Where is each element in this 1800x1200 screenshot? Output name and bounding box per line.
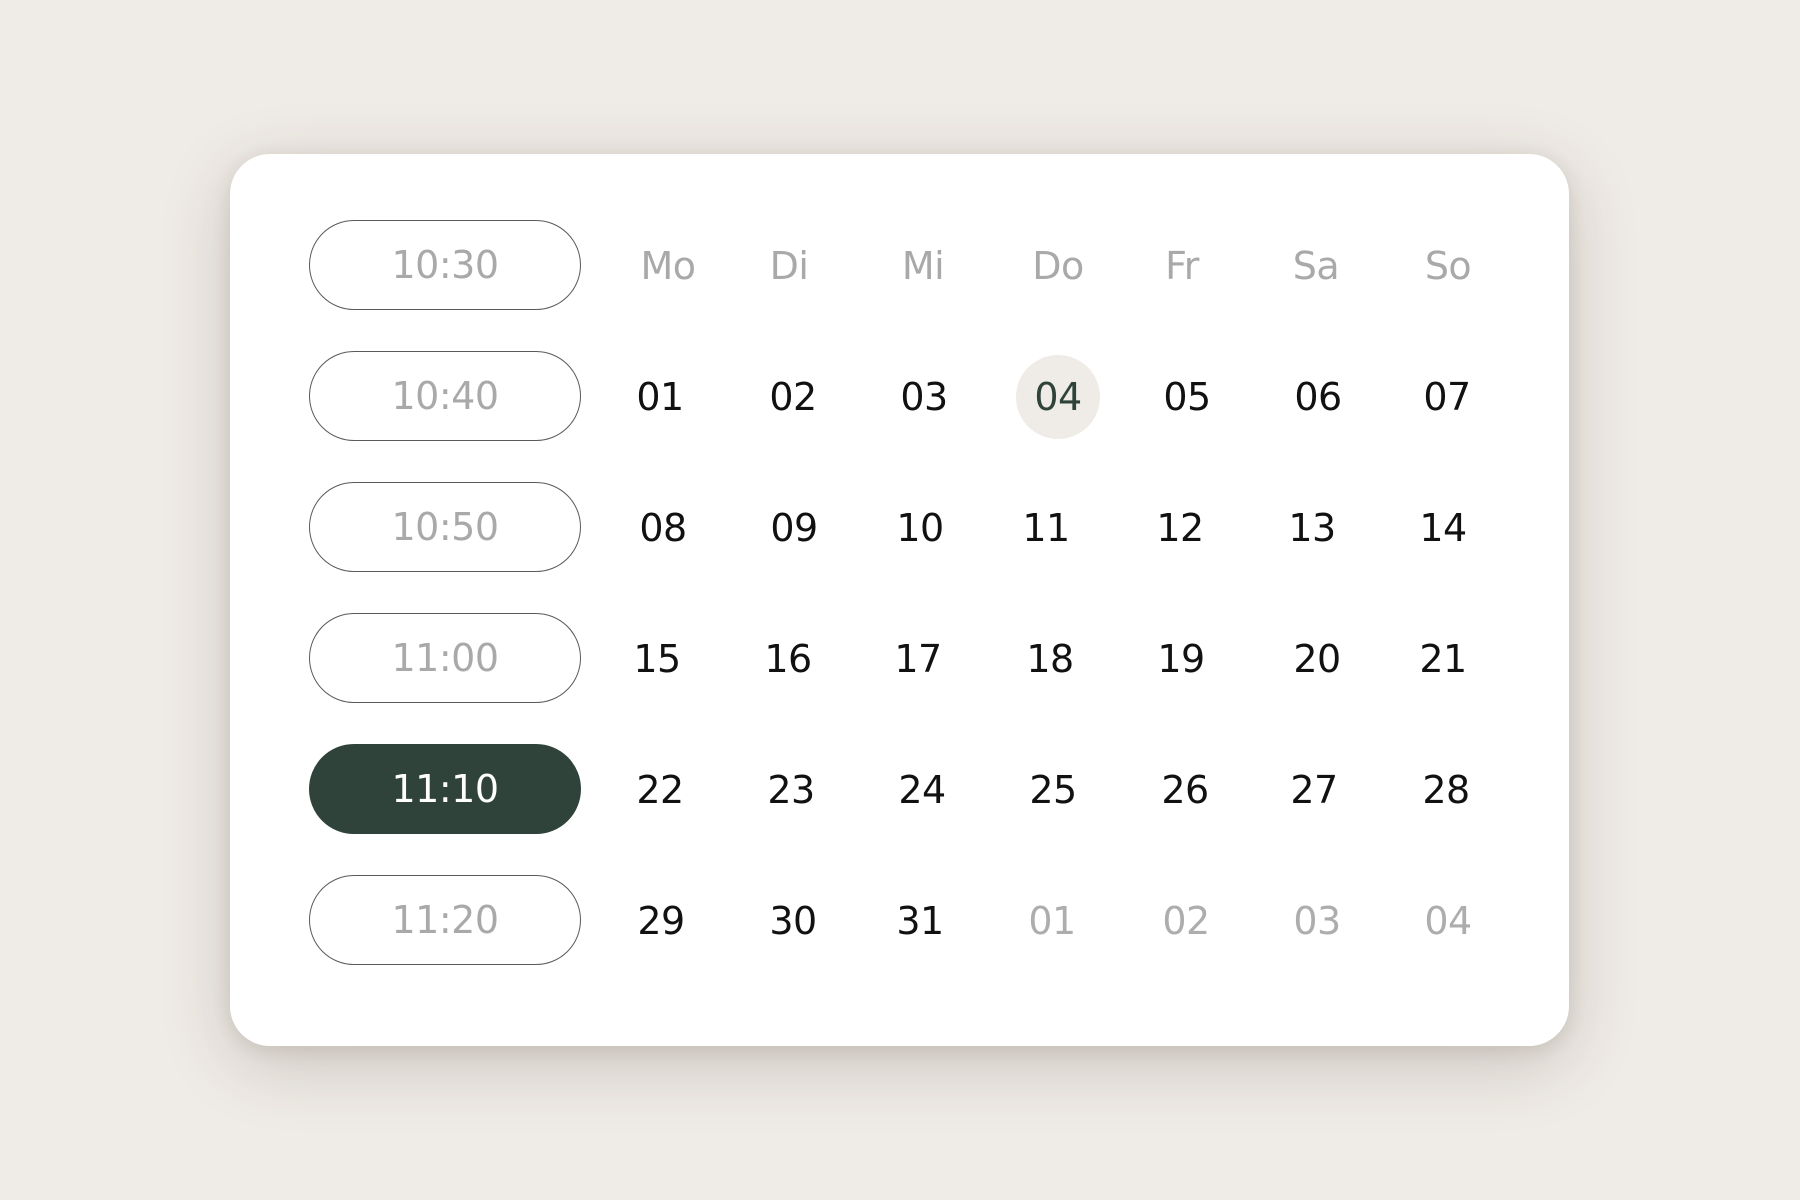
- booking-card: 10:30 10:40 10:50 11:00 11:10 11:20 Mo D…: [230, 154, 1569, 1046]
- weekday-header-mi: Mi: [901, 244, 945, 288]
- calendar-day[interactable]: 15: [615, 617, 699, 701]
- calendar-day[interactable]: 07: [1405, 355, 1489, 439]
- calendar-day[interactable]: 24: [880, 748, 964, 832]
- calendar-day-next-month[interactable]: 03: [1275, 879, 1359, 963]
- calendar-day[interactable]: 28: [1404, 748, 1488, 832]
- calendar-day[interactable]: 13: [1270, 486, 1354, 570]
- calendar-day[interactable]: 20: [1275, 617, 1359, 701]
- time-slot-1100[interactable]: 11:00: [309, 613, 581, 703]
- calendar-day[interactable]: 26: [1143, 748, 1227, 832]
- weekday-header-mo: Mo: [640, 244, 696, 288]
- calendar-day[interactable]: 18: [1008, 617, 1092, 701]
- calendar-day[interactable]: 12: [1138, 486, 1222, 570]
- calendar-day[interactable]: 14: [1401, 486, 1485, 570]
- calendar-day[interactable]: 31: [878, 879, 962, 963]
- time-slot-1110-selected[interactable]: 11:10: [309, 744, 581, 834]
- calendar-day[interactable]: 05: [1145, 355, 1229, 439]
- calendar-day-next-month[interactable]: 02: [1144, 879, 1228, 963]
- calendar-day[interactable]: 11: [1004, 486, 1088, 570]
- time-slot-1040[interactable]: 10:40: [309, 351, 581, 441]
- calendar-day[interactable]: 16: [746, 617, 830, 701]
- calendar-day[interactable]: 21: [1401, 617, 1485, 701]
- time-slot-1050[interactable]: 10:50: [309, 482, 581, 572]
- calendar-day-today[interactable]: 04: [1016, 355, 1100, 439]
- weekday-header-do: Do: [1032, 244, 1084, 288]
- time-slot-1030[interactable]: 10:30: [309, 220, 581, 310]
- weekday-header-di: Di: [769, 244, 809, 288]
- calendar-day-next-month[interactable]: 04: [1406, 879, 1490, 963]
- calendar-day[interactable]: 17: [876, 617, 960, 701]
- calendar-day[interactable]: 02: [751, 355, 835, 439]
- calendar-day-next-month[interactable]: 01: [1010, 879, 1094, 963]
- calendar-day[interactable]: 09: [752, 486, 836, 570]
- calendar-day[interactable]: 22: [618, 748, 702, 832]
- weekday-header-fr: Fr: [1165, 244, 1199, 288]
- weekday-header-sa: Sa: [1292, 244, 1340, 288]
- calendar-day[interactable]: 01: [618, 355, 702, 439]
- calendar-day[interactable]: 29: [619, 879, 703, 963]
- calendar-day[interactable]: 08: [621, 486, 705, 570]
- calendar-day[interactable]: 30: [751, 879, 835, 963]
- calendar-day[interactable]: 03: [882, 355, 966, 439]
- calendar-day[interactable]: 23: [749, 748, 833, 832]
- time-slot-1120[interactable]: 11:20: [309, 875, 581, 965]
- calendar-day[interactable]: 19: [1139, 617, 1223, 701]
- weekday-header-so: So: [1424, 244, 1472, 288]
- calendar-day[interactable]: 06: [1276, 355, 1360, 439]
- calendar-day[interactable]: 10: [878, 486, 962, 570]
- calendar-day[interactable]: 25: [1011, 748, 1095, 832]
- calendar-day[interactable]: 27: [1272, 748, 1356, 832]
